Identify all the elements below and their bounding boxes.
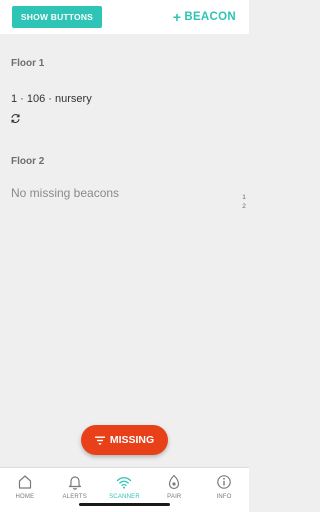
nav-label: INFO — [216, 494, 232, 500]
plus-icon: + — [172, 9, 182, 25]
floor-1-title: Floor 1 — [11, 58, 45, 69]
nav-label: ALERTS — [62, 494, 87, 500]
show-buttons-button[interactable]: SHOW BUTTONS — [12, 6, 102, 28]
nav-info[interactable]: INFO — [199, 468, 249, 512]
beacon-icon — [169, 474, 180, 490]
section-index-item[interactable]: 2 — [240, 202, 248, 211]
add-beacon-label: BEACON — [184, 11, 236, 23]
wifi-icon — [117, 477, 132, 489]
home-indicator — [79, 503, 170, 506]
bell-icon — [68, 476, 81, 490]
nav-label: PAIR — [167, 494, 182, 500]
top-bar: SHOW BUTTONS + BEACON — [0, 0, 249, 34]
missing-button[interactable]: MISSING — [81, 425, 168, 455]
refresh-icon[interactable] — [10, 113, 21, 124]
info-icon — [217, 475, 231, 489]
section-index-item[interactable]: 1 — [240, 193, 248, 202]
filter-icon — [94, 436, 105, 444]
missing-label: MISSING — [109, 434, 155, 446]
nav-label: SCANNER — [109, 494, 140, 500]
home-icon — [18, 475, 31, 489]
empty-state-text: No missing beacons — [11, 186, 120, 200]
nav-home[interactable]: HOME — [0, 468, 50, 512]
nav-label: HOME — [15, 494, 35, 500]
floor-2-title: Floor 2 — [11, 156, 45, 167]
add-beacon-button[interactable]: + BEACON — [173, 8, 236, 26]
app-screen: SHOW BUTTONS + BEACON Floor 1 1 · 106 · … — [0, 0, 249, 512]
section-index[interactable]: 1 2 — [240, 193, 248, 211]
list-item[interactable]: 1 · 106 · nursery — [11, 93, 92, 105]
